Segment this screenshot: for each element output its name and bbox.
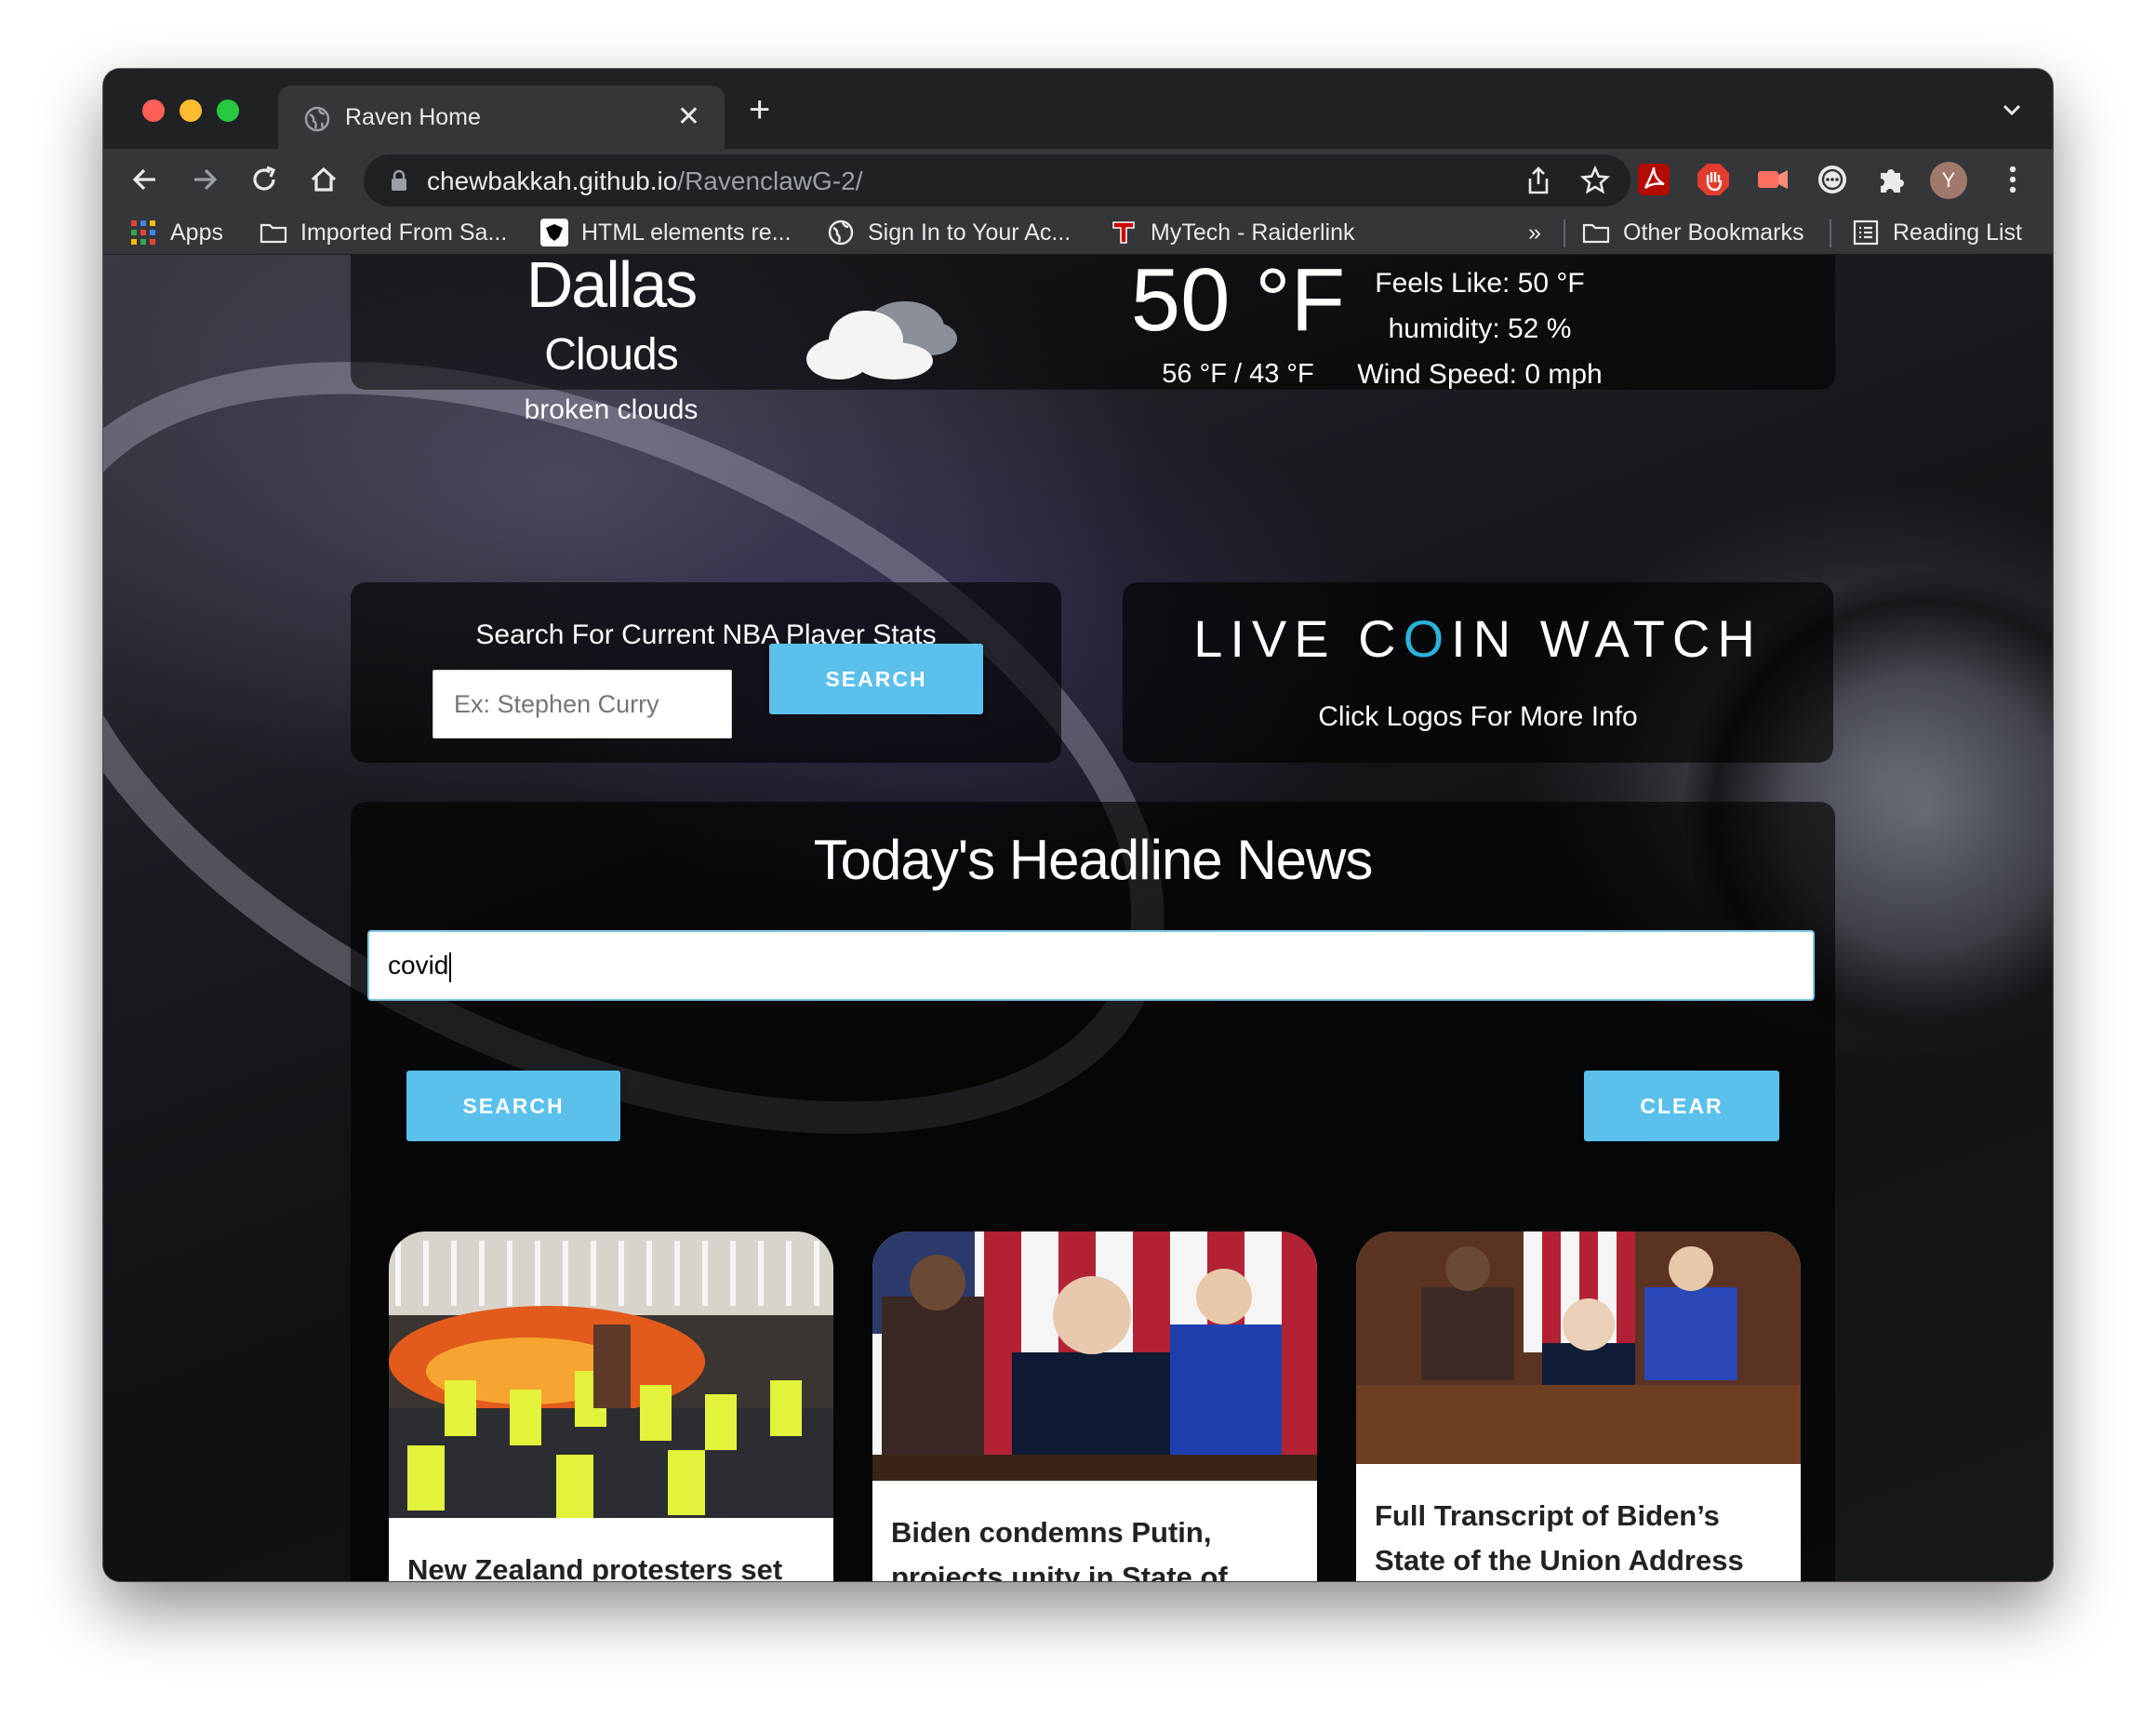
coin-logo-right: IN WATCH: [1451, 609, 1763, 668]
tab-close-icon[interactable]: ✕: [677, 100, 700, 133]
news-title: Today's Headline News: [813, 829, 1374, 891]
text-caret: [449, 952, 452, 982]
tab-strip: Raven Home ✕ +: [103, 69, 2053, 149]
globe-icon: [304, 106, 330, 132]
weather-details: Feels Like: 50 °F humidity: 52 % Wind Sp…: [1312, 260, 1647, 397]
bookmarks-divider: [1564, 220, 1565, 247]
screencast-extension-icon[interactable]: [1755, 162, 1790, 197]
bookmark-html-elements[interactable]: HTML elements re...: [540, 218, 792, 247]
bookmark-imported-folder[interactable]: Imported From Sa...: [260, 218, 507, 247]
more-menu-icon[interactable]: [2006, 162, 2019, 197]
coin-subtitle: Click Logos For More Info: [1318, 701, 1638, 732]
bookmarks-bar: Apps Imported From Sa... HTML elements r…: [103, 210, 2053, 255]
close-window-button[interactable]: [142, 100, 165, 122]
browser-toolbar: chewbakkah.github.io/RavenclawG-2/ Y: [103, 149, 2053, 210]
adblock-extension-icon[interactable]: [1696, 162, 1731, 197]
lock-icon[interactable]: [390, 169, 408, 192]
maximize-window-button[interactable]: [217, 100, 239, 122]
bookmarks-divider: [1830, 220, 1831, 247]
news-card[interactable]: New Zealand protesters set fires as poli…: [389, 1231, 833, 1581]
reload-icon[interactable]: [246, 162, 282, 197]
bookmark-mytech[interactable]: MyTech - Raiderlink: [1110, 218, 1355, 247]
news-search-button[interactable]: SEARCH: [406, 1071, 620, 1141]
minimize-window-button[interactable]: [180, 100, 202, 122]
forward-icon[interactable]: [187, 162, 222, 197]
news-search-input[interactable]: covid: [367, 930, 1815, 1001]
texas-tech-icon: [1112, 221, 1135, 244]
url-host: chewbakkah.github.io: [427, 166, 678, 195]
chevron-down-icon[interactable]: [1999, 97, 2025, 123]
bookmark-other-bookmarks[interactable]: Other Bookmarks: [1582, 218, 1804, 247]
news-search-query: covid: [388, 951, 449, 979]
mdn-icon: [540, 219, 568, 246]
profile-avatar[interactable]: Y: [1930, 162, 1967, 199]
news-clear-button[interactable]: CLEAR: [1584, 1071, 1779, 1141]
bookmark-label: HTML elements re...: [581, 219, 792, 246]
coin-logo-o: O: [1403, 609, 1452, 668]
coin-logo-left: LIVE C: [1193, 609, 1404, 668]
weather-description: broken clouds: [524, 394, 699, 425]
bookmark-label: Apps: [170, 219, 223, 246]
broken-clouds-icon: [806, 301, 957, 379]
nba-search-button[interactable]: SEARCH: [769, 644, 983, 714]
weather-wind-speed: Wind Speed: 0 mph: [1357, 359, 1603, 390]
news-headline[interactable]: Full Transcript of Biden’s State of the …: [1375, 1494, 1782, 1581]
share-icon[interactable]: [1524, 166, 1552, 195]
url-text[interactable]: chewbakkah.github.io/RavenclawG-2/: [427, 166, 862, 196]
bookmark-label: MyTech - Raiderlink: [1151, 219, 1355, 246]
live-coin-watch-logo[interactable]: LIVE COIN WATCH: [1123, 608, 1833, 669]
news-image-biden-transcript: [1356, 1231, 1801, 1464]
bookmark-label: Other Bookmarks: [1623, 219, 1804, 246]
apps-grid-icon: [131, 220, 155, 245]
home-icon[interactable]: [306, 162, 341, 197]
globe-icon: [828, 220, 854, 246]
back-icon[interactable]: [127, 162, 163, 197]
ellipsis-extension-icon[interactable]: [1815, 162, 1850, 197]
reading-list-icon: [1853, 220, 1879, 246]
live-coin-watch-panel: LIVE COIN WATCH Click Logos For More Inf…: [1123, 582, 1833, 763]
news-card[interactable]: Biden condemns Putin, projects unity in …: [872, 1231, 1317, 1581]
bookmark-label: Reading List: [1893, 219, 2022, 246]
page-viewport[interactable]: Dallas Clouds broken clouds 50 °F 56 °F …: [103, 255, 2053, 1581]
bookmark-label: Sign In to Your Ac...: [868, 219, 1071, 246]
bookmark-star-icon[interactable]: [1580, 166, 1610, 195]
weather-city: Dallas: [526, 255, 699, 321]
folder-icon: [1582, 223, 1610, 244]
weather-feels-like: Feels Like: 50 °F: [1375, 268, 1585, 299]
new-tab-button[interactable]: +: [749, 89, 770, 131]
tab-raven-home[interactable]: Raven Home ✕: [278, 86, 725, 149]
bookmarks-overflow-button[interactable]: »: [1528, 218, 1541, 247]
acrobat-extension-icon[interactable]: [1636, 162, 1671, 197]
tab-title: Raven Home: [345, 104, 481, 130]
nba-player-search-input[interactable]: [433, 670, 732, 739]
extensions-puzzle-icon[interactable]: [1874, 162, 1910, 197]
weather-condition: Clouds: [544, 330, 678, 379]
url-path: /RavenclawG-2/: [677, 166, 863, 195]
news-headline[interactable]: Biden condemns Putin, projects unity in …: [891, 1511, 1298, 1581]
folder-icon: [260, 223, 287, 244]
weather-humidity: humidity: 52 %: [1388, 313, 1572, 344]
reading-list-button[interactable]: Reading List: [1852, 218, 2022, 247]
news-image-protest-fire: [389, 1231, 833, 1518]
address-bar[interactable]: chewbakkah.github.io/RavenclawG-2/: [364, 154, 1630, 206]
news-card[interactable]: Full Transcript of Biden’s State of the …: [1356, 1231, 1801, 1581]
bookmark-apps[interactable]: Apps: [129, 218, 223, 247]
news-image-state-of-union: [872, 1231, 1317, 1481]
bookmark-label: Imported From Sa...: [300, 219, 508, 246]
news-headline[interactable]: New Zealand protesters set fires as poli…: [407, 1548, 815, 1581]
bookmark-sign-in[interactable]: Sign In to Your Ac...: [827, 218, 1071, 247]
browser-window: Raven Home ✕ + chewbakkah.github.io/Rave…: [103, 69, 2053, 1581]
